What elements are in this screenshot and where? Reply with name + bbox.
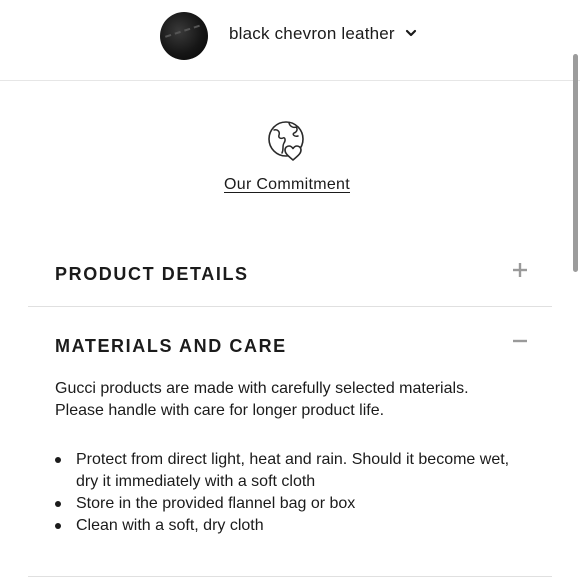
list-item: Protect from direct light, heat and rain… — [55, 449, 535, 493]
bullet-icon — [55, 501, 61, 507]
minus-icon[interactable] — [512, 333, 528, 349]
intro-line-1: Gucci products are made with carefully s… — [55, 380, 469, 397]
care-item-text: Store in the provided flannel bag or box — [76, 495, 356, 512]
scrollbar-thumb[interactable] — [573, 54, 578, 272]
care-item-text: Clean with a soft, dry cloth — [76, 517, 264, 534]
section-divider — [28, 306, 552, 307]
product-info-page: black chevron leather Our Commitment PRO… — [0, 0, 580, 580]
our-commitment-link[interactable]: Our Commitment — [224, 176, 350, 193]
care-item-text: Protect from direct light, heat and rain… — [76, 451, 510, 490]
bullet-icon — [55, 523, 61, 529]
color-swatch[interactable] — [160, 12, 208, 60]
materials-care-intro: Gucci products are made with carefully s… — [55, 378, 535, 422]
product-details-header[interactable]: PRODUCT DETAILS — [55, 264, 249, 285]
chevron-down-icon[interactable] — [404, 26, 418, 40]
scrollbar[interactable] — [573, 52, 578, 580]
care-instructions-list: Protect from direct light, heat and rain… — [55, 449, 535, 537]
section-divider — [28, 576, 552, 577]
plus-icon[interactable] — [512, 262, 528, 278]
intro-line-2: Please handle with care for longer produ… — [55, 402, 385, 419]
list-item: Clean with a soft, dry cloth — [55, 515, 535, 537]
globe-heart-icon — [268, 121, 304, 161]
list-item: Store in the provided flannel bag or box — [55, 493, 535, 515]
bullet-icon — [55, 457, 61, 463]
variant-selector[interactable]: black chevron leather — [0, 0, 580, 81]
variant-label[interactable]: black chevron leather — [229, 24, 395, 44]
our-commitment-link-row: Our Commitment — [0, 176, 574, 194]
materials-care-header[interactable]: MATERIALS AND CARE — [55, 336, 287, 357]
